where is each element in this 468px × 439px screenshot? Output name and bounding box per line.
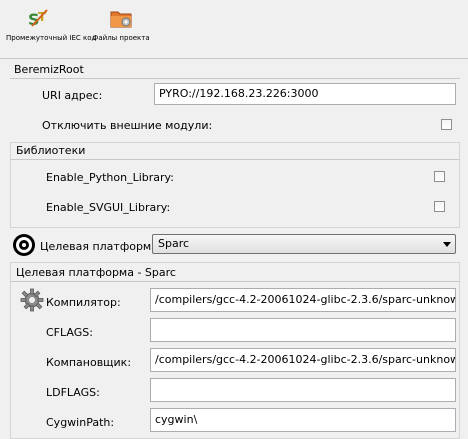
python-library-checkbox[interactable] [434, 171, 445, 182]
project-files-label: Файлы проекта [92, 34, 150, 42]
toolbar-divider [0, 58, 468, 59]
root-section-title: BeremizRoot [14, 63, 84, 76]
cygwin-path-label: CygwinPath: [46, 416, 115, 429]
gear-icon [20, 288, 44, 312]
toolbar: S T Промежуточный IEC код Файлы проекта [0, 0, 468, 56]
uri-input[interactable]: PYRO://192.168.23.226:3000 [154, 83, 456, 105]
ldflags-input[interactable] [150, 378, 456, 402]
linker-label: Компановщик: [46, 356, 132, 369]
target-icon [12, 233, 36, 257]
python-library-label: Enable_Python_Library: [46, 171, 174, 184]
iec-code-button[interactable]: S T Промежуточный IEC код [6, 6, 97, 54]
target-section-title: Целевая платформа - Sparc [16, 266, 176, 279]
ldflags-label: LDFLAGS: [46, 386, 100, 399]
target-platform-label: Целевая платформа: [40, 240, 162, 253]
uri-label: URI адрес: [42, 89, 103, 102]
target-platform-value: Sparc [158, 237, 190, 250]
compiler-input[interactable]: /compilers/gcc-4.2-20061024-glibc-2.3.6/… [150, 288, 456, 312]
compiler-label: Компилятор: [46, 296, 121, 309]
target-platform-select[interactable]: Sparc [152, 234, 456, 254]
iec-code-label: Промежуточный IEC код [6, 34, 97, 42]
project-files-button[interactable]: Файлы проекта [88, 6, 154, 54]
linker-input[interactable]: /compilers/gcc-4.2-20061024-glibc-2.3.6/… [150, 348, 456, 372]
svgui-library-label: Enable_SVGUI_Library: [46, 201, 171, 214]
cflags-label: CFLAGS: [46, 326, 93, 339]
project-files-folder-icon [109, 6, 133, 30]
target-section-divider [10, 281, 460, 282]
libraries-title: Библиотеки [16, 144, 86, 157]
cygwin-path-input[interactable]: cygwin\ [150, 408, 456, 432]
svgui-library-checkbox[interactable] [434, 201, 445, 212]
disable-ext-label: Отключить внешние модули: [42, 119, 213, 132]
disable-ext-checkbox[interactable] [441, 119, 452, 130]
iec-code-icon: S T [26, 6, 50, 30]
root-divider [10, 78, 460, 79]
chevron-down-icon [443, 242, 451, 247]
cflags-input[interactable] [150, 318, 456, 342]
libraries-divider [10, 159, 460, 160]
